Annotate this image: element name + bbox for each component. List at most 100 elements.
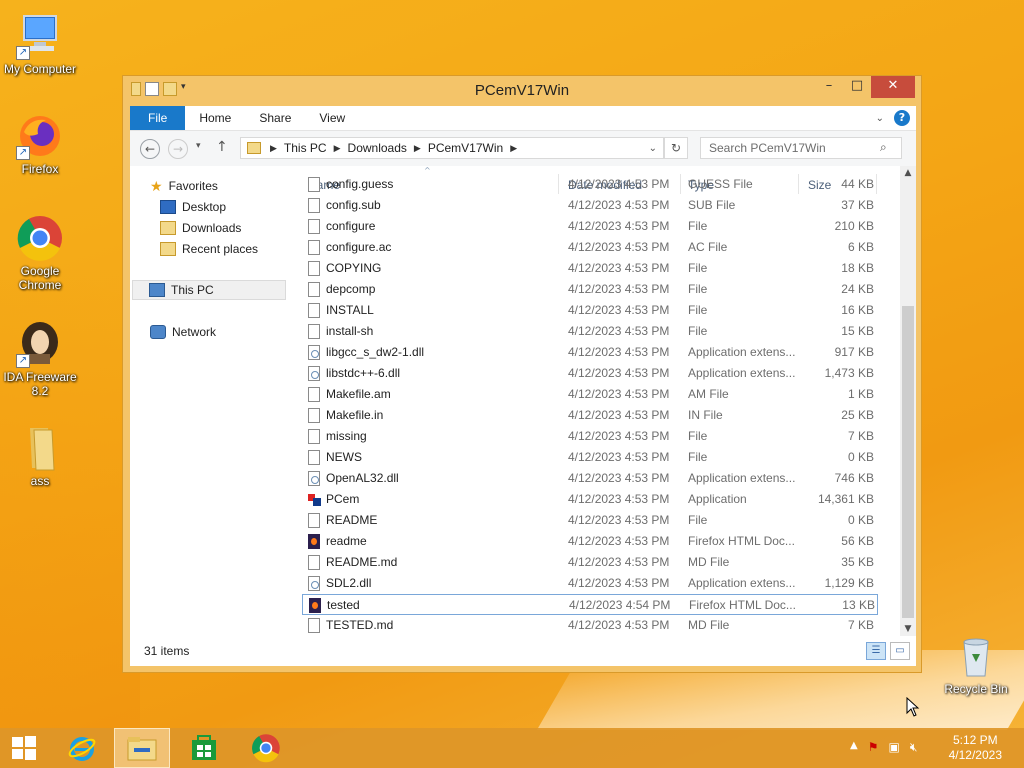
back-button[interactable]: ←: [140, 139, 160, 159]
tab-home[interactable]: Home: [185, 106, 245, 130]
chevron-right-icon[interactable]: ▶: [267, 143, 280, 154]
file-row[interactable]: SDL2.dll 4/12/2023 4:53 PM Application ext…: [302, 573, 878, 594]
address-bar[interactable]: ▶ This PC ▶ Downloads ▶ PCemV17Win ▶ ⌄: [240, 137, 664, 159]
scroll-down-arrow-icon[interactable]: ▼: [900, 622, 916, 636]
file-name: libstdc++-6.dll: [326, 366, 401, 380]
search-icon[interactable]: ⌕: [880, 140, 887, 155]
file-row[interactable]: config.sub 4/12/2023 4:53 PM SUB File 37 KB: [302, 195, 878, 216]
breadcrumb-pcemv17win[interactable]: PCemV17Win: [424, 141, 507, 155]
file-date: 4/12/2023 4:53 PM: [568, 555, 670, 569]
file-row[interactable]: libstdc++-6.dll 4/12/2023 4:53 PM Applicat…: [302, 363, 878, 384]
refresh-button[interactable]: ↻: [664, 137, 688, 159]
explorer-window[interactable]: ▾ PCemV17Win – □ ✕ File Home Share View …: [122, 75, 922, 673]
large-icons-view-button[interactable]: ▭: [890, 642, 910, 660]
expand-ribbon-icon[interactable]: ⌄: [876, 113, 884, 124]
vertical-scrollbar[interactable]: ▲ ▼: [900, 166, 916, 636]
file-type: SUB File: [688, 198, 736, 212]
maximize-button[interactable]: □: [843, 76, 871, 98]
breadcrumb-downloads[interactable]: Downloads: [344, 141, 411, 155]
tab-view[interactable]: View: [305, 106, 359, 130]
nav-favorites[interactable]: ★ Favorites: [150, 176, 218, 196]
file-row[interactable]: Makefile.in 4/12/2023 4:53 PM IN File 25 KB: [302, 405, 878, 426]
file-row[interactable]: INSTALL 4/12/2023 4:53 PM File 16 KB: [302, 300, 878, 321]
file-row[interactable]: configure.ac 4/12/2023 4:53 PM AC File 6 KB: [302, 237, 878, 258]
file-type: Firefox HTML Doc...: [688, 534, 795, 548]
file-type: File: [688, 450, 708, 464]
file-date: 4/12/2023 4:53 PM: [568, 471, 670, 485]
file-dll-icon: [308, 345, 320, 360]
file-row[interactable]: tested 4/12/2023 4:54 PM Firefox HTML Doc.…: [302, 594, 878, 615]
file-row[interactable]: README.md 4/12/2023 4:53 PM MD File 35 KB: [302, 552, 878, 573]
file-row[interactable]: NEWS 4/12/2023 4:53 PM File 0 KB: [302, 447, 878, 468]
up-arrow-icon[interactable]: ↑: [216, 139, 228, 155]
file-file-icon: [308, 513, 320, 528]
file-row[interactable]: PCem 4/12/2023 4:53 PM Application 14,361 K…: [302, 489, 878, 510]
help-icon[interactable]: ?: [894, 110, 910, 126]
desktop-icon-ass-folder[interactable]: ass: [0, 424, 80, 488]
show-hidden-icons-icon[interactable]: ▲: [850, 740, 858, 755]
file-row[interactable]: missing 4/12/2023 4:53 PM File 7 KB: [302, 426, 878, 447]
file-row[interactable]: OpenAL32.dll 4/12/2023 4:53 PM Application…: [302, 468, 878, 489]
action-center-flag-icon[interactable]: ⚑: [868, 740, 879, 755]
start-button[interactable]: [0, 728, 48, 768]
close-button[interactable]: ✕: [871, 76, 915, 98]
forward-button[interactable]: →: [168, 139, 188, 159]
nav-desktop[interactable]: Desktop: [160, 197, 226, 217]
search-input[interactable]: Search PCemV17Win: [700, 137, 902, 159]
chevron-right-icon[interactable]: ▶: [331, 143, 344, 154]
recent-locations-icon[interactable]: ▾: [196, 141, 201, 151]
file-date: 4/12/2023 4:53 PM: [568, 429, 670, 443]
taskbar-store[interactable]: [176, 728, 232, 768]
status-bar: 31 items ☰ ▭: [130, 636, 916, 666]
details-view-button[interactable]: ☰: [866, 642, 886, 660]
file-date: 4/12/2023 4:53 PM: [568, 282, 670, 296]
chevron-right-icon[interactable]: ▶: [507, 143, 520, 154]
clock[interactable]: 5:12 PM 4/12/2023: [949, 733, 1002, 763]
tab-file[interactable]: File: [130, 106, 186, 130]
window-title: PCemV17Win: [474, 82, 570, 99]
desktop-icon-recycle-bin[interactable]: Recycle Bin: [936, 632, 1016, 696]
file-date: 4/12/2023 4:53 PM: [568, 219, 670, 233]
file-row[interactable]: config.guess 4/12/2023 4:53 PM GUESS File 4…: [302, 174, 878, 195]
desktop-icon-firefox[interactable]: ↗ Firefox: [0, 112, 80, 176]
taskbar-file-explorer[interactable]: [114, 728, 170, 768]
file-size: 746 KB: [834, 471, 874, 485]
chevron-down-icon[interactable]: ⌄: [649, 143, 657, 154]
scroll-up-arrow-icon[interactable]: ▲: [900, 166, 916, 180]
folder-icon: [16, 424, 64, 472]
file-size: 56 KB: [841, 534, 874, 548]
nav-this-pc[interactable]: This PC: [132, 280, 286, 300]
nav-downloads[interactable]: Downloads: [160, 218, 241, 238]
nav-label: Favorites: [168, 179, 218, 193]
taskbar-chrome[interactable]: [238, 728, 294, 768]
clock-date: 4/12/2023: [948, 748, 1002, 762]
minimize-button[interactable]: –: [815, 76, 843, 98]
navigation-pane: ★ Favorites Desktop Downloads Recent pla…: [130, 166, 290, 636]
nav-recent-places[interactable]: Recent places: [160, 239, 258, 259]
title-bar[interactable]: ▾ PCemV17Win – □ ✕: [123, 76, 921, 104]
nav-network[interactable]: Network: [150, 322, 216, 342]
file-row[interactable]: TESTED.md 4/12/2023 4:53 PM MD File 7 KB: [302, 615, 878, 636]
desktop-icon-my-computer[interactable]: ↗ My Computer: [0, 12, 80, 76]
file-row[interactable]: libgcc_s_dw2-1.dll 4/12/2023 4:53 PM Appli…: [302, 342, 878, 363]
tab-share[interactable]: Share: [245, 106, 305, 130]
recent-places-icon: [160, 242, 176, 256]
network-icon[interactable]: ▣: [888, 740, 899, 755]
taskbar-internet-explorer[interactable]: [54, 728, 110, 768]
file-row[interactable]: configure 4/12/2023 4:53 PM File 210 KB: [302, 216, 878, 237]
file-type: Firefox HTML Doc...: [689, 598, 796, 612]
file-row[interactable]: depcomp 4/12/2023 4:53 PM File 24 KB: [302, 279, 878, 300]
file-row[interactable]: README 4/12/2023 4:53 PM File 0 KB: [302, 510, 878, 531]
file-row[interactable]: COPYING 4/12/2023 4:53 PM File 18 KB: [302, 258, 878, 279]
chevron-right-icon[interactable]: ▶: [411, 143, 424, 154]
volume-muted-icon[interactable]: 🔇︎: [910, 740, 918, 755]
breadcrumb-this-pc[interactable]: This PC: [280, 141, 331, 155]
desktop-icon-chrome[interactable]: Google Chrome: [0, 214, 80, 292]
file-size: 24 KB: [841, 282, 874, 296]
file-row[interactable]: Makefile.am 4/12/2023 4:53 PM AM File 1 KB: [302, 384, 878, 405]
file-row[interactable]: readme 4/12/2023 4:53 PM Firefox HTML Doc.…: [302, 531, 878, 552]
file-type: MD File: [688, 618, 730, 632]
desktop-icon-ida[interactable]: ↗ IDA Freeware 8.2: [0, 320, 80, 398]
file-row[interactable]: install-sh 4/12/2023 4:53 PM File 15 KB: [302, 321, 878, 342]
scrollbar-thumb[interactable]: [902, 306, 914, 618]
